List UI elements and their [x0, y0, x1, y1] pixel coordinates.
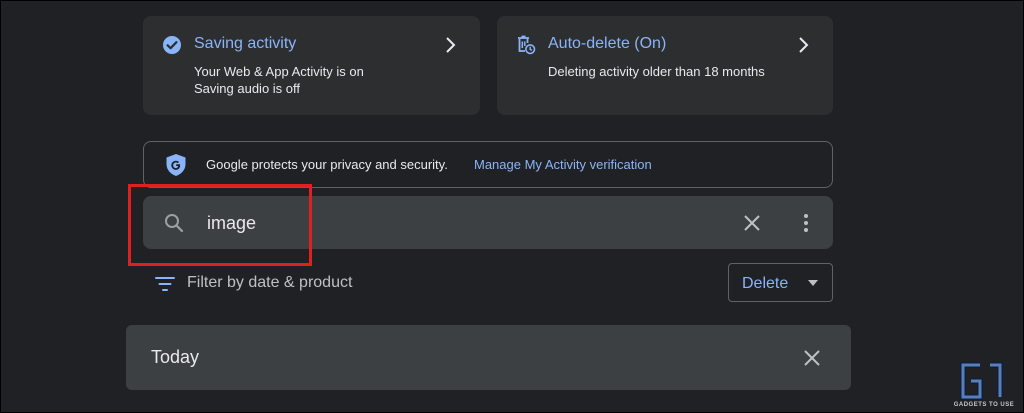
- google-shield-icon: [166, 154, 186, 176]
- filter-icon: [155, 277, 175, 291]
- saving-activity-title: Saving activity: [194, 35, 297, 52]
- search-highlight-box: [128, 184, 312, 266]
- web-app-activity-status: Your Web & App Activity is on: [194, 64, 364, 79]
- gadgets-to-use-logo-icon: [960, 362, 1003, 400]
- close-icon[interactable]: [742, 213, 762, 233]
- privacy-statement: Google protects your privacy and securit…: [206, 157, 448, 172]
- filter-label: Filter by date & product: [187, 274, 353, 291]
- delete-button[interactable]: Delete: [728, 263, 833, 302]
- auto-delete-icon: [518, 35, 536, 55]
- chevron-right-icon: [446, 37, 456, 53]
- check-circle-icon: [163, 36, 181, 54]
- chevron-right-icon: [799, 37, 809, 53]
- caret-down-icon: [808, 280, 818, 286]
- audio-saving-status: Saving audio is off: [194, 81, 300, 96]
- today-section-header: Today: [126, 325, 851, 390]
- auto-delete-card[interactable]: Auto-delete (On) Deleting activity older…: [497, 16, 833, 115]
- manage-activity-verification-link[interactable]: Manage My Activity verification: [474, 157, 652, 172]
- auto-delete-title: Auto-delete (On): [548, 35, 667, 52]
- watermark-text: GADGETS TO USE: [953, 402, 1015, 408]
- close-icon[interactable]: [802, 348, 822, 368]
- delete-label: Delete: [742, 275, 789, 292]
- privacy-banner: Google protects your privacy and securit…: [143, 141, 833, 188]
- today-label: Today: [151, 347, 200, 367]
- more-vert-icon[interactable]: [799, 212, 813, 234]
- watermark-logo: GADGETS TO USE: [948, 361, 1020, 411]
- saving-activity-card[interactable]: Saving activity Your Web & App Activity …: [143, 16, 480, 115]
- auto-delete-description: Deleting activity older than 18 months: [548, 64, 765, 79]
